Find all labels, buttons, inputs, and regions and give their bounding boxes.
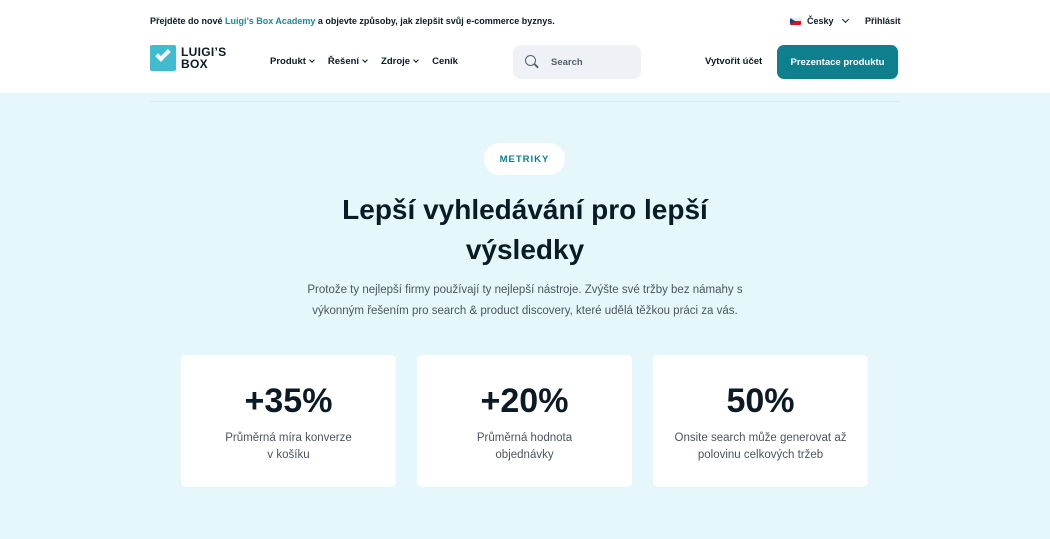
subtitle-line-1: Protože ty nejlepší firmy používají ty n… (307, 284, 743, 296)
logo-text: LUIGI’S BOX (181, 46, 226, 70)
nav-item-reseni[interactable]: Řešení (327, 56, 368, 67)
metric-description-line: Průměrná míra konverze (225, 432, 352, 444)
nav-item-label: Ceník (432, 56, 458, 67)
nav-item-produkt[interactable]: Produkt (270, 56, 315, 67)
section-badge: METRIKY (484, 143, 565, 175)
promo-text: Přejděte do nové Luigi’s Box Academy a o… (150, 16, 555, 26)
metric-card-revenue: 50% Onsite search může generovat až polo… (653, 355, 868, 487)
promo-prefix: Přejděte do nové (150, 16, 226, 26)
logo-check-icon (150, 45, 176, 71)
metric-description-line: Průměrná hodnota (476, 432, 573, 444)
search-box[interactable] (513, 45, 641, 79)
search-input[interactable] (551, 56, 631, 68)
nav-item-cenik[interactable]: Ceník (432, 56, 458, 67)
search-icon (525, 55, 539, 69)
section-subtitle: Protože ty nejlepší firmy používají ty n… (280, 280, 770, 322)
nav-item-label: Řešení (327, 56, 360, 67)
czech-flag-icon (790, 17, 801, 25)
create-account-link[interactable]: Vytvořit účet (705, 56, 762, 67)
logo[interactable]: LUIGI’S BOX (150, 45, 226, 71)
metric-value: 50% (726, 382, 795, 420)
chevron-down-icon (413, 57, 419, 63)
nav-item-zdroje[interactable]: Zdroje (381, 56, 419, 67)
metric-description: Průměrná míra konverze v košíku (193, 430, 384, 464)
divider (150, 101, 900, 102)
metric-description: Onsite search může generovat až polovinu… (665, 430, 856, 464)
subtitle-line-2: výkonným řešením pro search & product di… (312, 305, 738, 317)
nav-item-label: Zdroje (381, 56, 411, 67)
metric-description-line: objednávky (495, 449, 554, 461)
metric-description-line: polovinu celkových tržeb (697, 449, 824, 461)
logo-line-2: BOX (181, 57, 208, 71)
title-line-1: Lepší vyhledávání pro lepší (342, 194, 708, 225)
nav-menu: Produkt Řešení Zdroje Ceník (270, 56, 458, 67)
main-navigation: LUIGI’S BOX Produkt Řešení Zdroje Ceník … (0, 44, 1050, 93)
login-link[interactable]: Přihlásit (865, 16, 901, 26)
title-line-2: výsledky (465, 234, 585, 265)
promo-suffix: a objevte způsoby, jak zlepšit svůj e-co… (315, 16, 555, 26)
product-demo-button[interactable]: Prezentace produktu (777, 45, 898, 79)
metric-value: +35% (244, 382, 333, 420)
metrics-section: METRIKY Lepší vyhledávání pro lepší výsl… (0, 93, 1050, 539)
chevron-down-icon (841, 15, 849, 24)
metric-description-line: Onsite search může generovat až (674, 432, 847, 444)
metric-description-line: v košíku (267, 449, 310, 461)
section-title: Lepší vyhledávání pro lepší výsledky (300, 190, 750, 270)
metric-card-order-value: +20% Průměrná hodnota objednávky (417, 355, 632, 487)
language-label: Česky (807, 16, 834, 26)
chevron-down-icon (362, 57, 368, 63)
top-bar: Přejděte do nové Luigi’s Box Academy a o… (0, 0, 1050, 44)
academy-link[interactable]: Luigi’s Box Academy (225, 16, 315, 26)
nav-item-label: Produkt (270, 56, 306, 67)
metric-value: +20% (480, 382, 569, 420)
language-selector[interactable]: Česky (790, 15, 849, 26)
metric-description: Průměrná hodnota objednávky (429, 430, 620, 464)
metric-card-conversion: +35% Průměrná míra konverze v košíku (181, 355, 396, 487)
chevron-down-icon (309, 57, 315, 63)
